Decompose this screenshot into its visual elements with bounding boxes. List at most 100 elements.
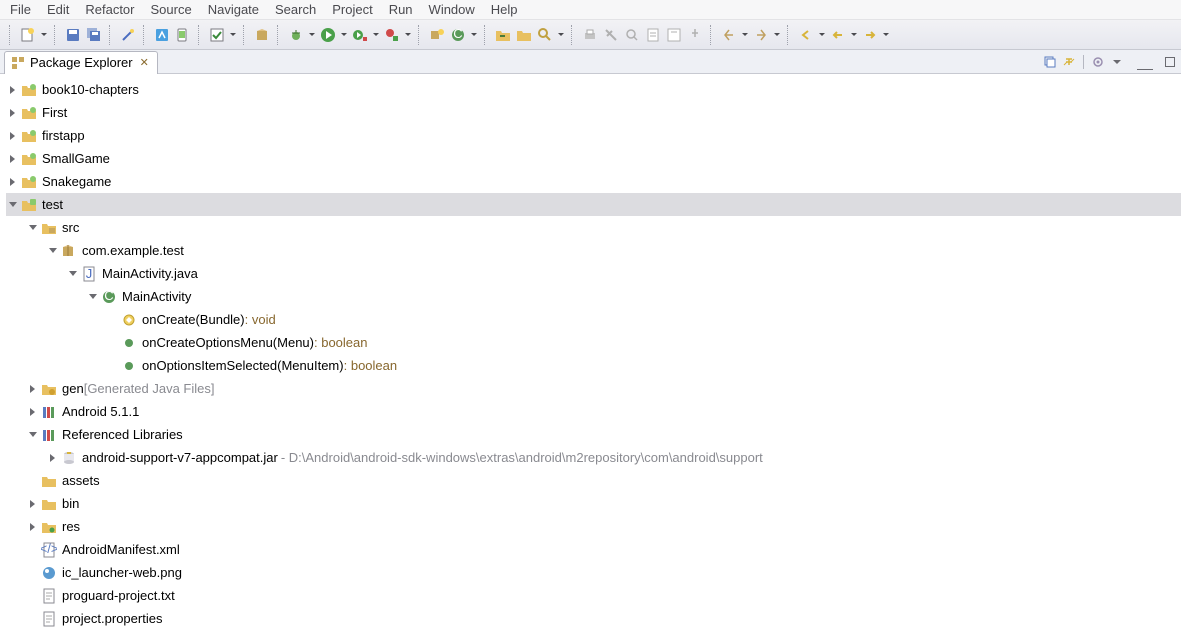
- forward-icon[interactable]: [861, 26, 879, 44]
- avd-icon[interactable]: [174, 26, 192, 44]
- check-icon[interactable]: [208, 26, 226, 44]
- tree-item[interactable]: ic_launcher-web.png: [6, 561, 1181, 584]
- tree-item[interactable]: project.properties: [6, 607, 1181, 630]
- annotation-icon[interactable]: [602, 26, 620, 44]
- tree-item[interactable]: Android 5.1.1: [6, 400, 1181, 423]
- print-icon[interactable]: [581, 26, 599, 44]
- save-icon[interactable]: [64, 26, 82, 44]
- dropdown-icon[interactable]: [741, 26, 749, 44]
- view-menu-icon[interactable]: [1109, 54, 1125, 70]
- chevron-down-icon[interactable]: [6, 198, 20, 212]
- chevron-right-icon[interactable]: [26, 382, 40, 396]
- open-task-icon[interactable]: [515, 26, 533, 44]
- menu-item[interactable]: Project: [332, 2, 372, 17]
- dropdown-icon[interactable]: [340, 26, 348, 44]
- tree-item[interactable]: assets: [6, 469, 1181, 492]
- chevron-down-icon[interactable]: [66, 267, 80, 281]
- menu-item[interactable]: File: [10, 2, 31, 17]
- search-icon[interactable]: [536, 26, 554, 44]
- chevron-down-icon[interactable]: [46, 244, 60, 258]
- menu-item[interactable]: Search: [275, 2, 316, 17]
- tree-item[interactable]: src: [6, 216, 1181, 239]
- dropdown-icon[interactable]: [404, 26, 412, 44]
- back-history-icon[interactable]: [829, 26, 847, 44]
- external-tools-icon[interactable]: [383, 26, 401, 44]
- tree-item[interactable]: proguard-project.txt: [6, 584, 1181, 607]
- prev-annotation-icon[interactable]: [720, 26, 738, 44]
- package-explorer-tree[interactable]: book10-chaptersFirstfirstappSmallGameSna…: [0, 74, 1181, 641]
- task-icon[interactable]: [644, 26, 662, 44]
- next-annotation-icon[interactable]: [752, 26, 770, 44]
- tab-package-explorer[interactable]: Package Explorer ✕: [4, 51, 158, 74]
- chevron-down-icon[interactable]: [26, 221, 40, 235]
- tree-item[interactable]: com.example.test: [6, 239, 1181, 262]
- chevron-right-icon[interactable]: [26, 520, 40, 534]
- pin-icon[interactable]: [686, 26, 704, 44]
- tree-item[interactable]: firstapp: [6, 124, 1181, 147]
- menu-item[interactable]: Run: [389, 2, 413, 17]
- tree-item[interactable]: book10-chapters: [6, 78, 1181, 101]
- tree-item[interactable]: Referenced Libraries: [6, 423, 1181, 446]
- dropdown-icon[interactable]: [40, 26, 48, 44]
- tree-item[interactable]: onOptionsItemSelected(MenuItem) : boolea…: [6, 354, 1181, 377]
- dropdown-icon[interactable]: [308, 26, 316, 44]
- open-type-icon[interactable]: [494, 26, 512, 44]
- back-icon[interactable]: [797, 26, 815, 44]
- tree-item[interactable]: SmallGame: [6, 147, 1181, 170]
- chevron-right-icon[interactable]: [6, 106, 20, 120]
- dropdown-icon[interactable]: [229, 26, 237, 44]
- close-icon[interactable]: ✕: [140, 56, 149, 69]
- tree-item[interactable]: CMainActivity: [6, 285, 1181, 308]
- maximize-icon[interactable]: [1165, 57, 1175, 67]
- run-icon[interactable]: [319, 26, 337, 44]
- dropdown-icon[interactable]: [557, 26, 565, 44]
- minimize-icon[interactable]: [1137, 58, 1153, 70]
- chevron-right-icon[interactable]: [46, 451, 60, 465]
- tree-item[interactable]: First: [6, 101, 1181, 124]
- junit-icon[interactable]: [665, 26, 683, 44]
- dropdown-icon[interactable]: [470, 26, 478, 44]
- dropdown-icon[interactable]: [850, 26, 858, 44]
- find-icon[interactable]: [623, 26, 641, 44]
- save-all-icon[interactable]: [85, 26, 103, 44]
- tree-item[interactable]: test: [6, 193, 1181, 216]
- new-class-icon[interactable]: C: [449, 26, 467, 44]
- menu-item[interactable]: Window: [429, 2, 475, 17]
- dropdown-icon[interactable]: [773, 26, 781, 44]
- chevron-right-icon[interactable]: [6, 83, 20, 97]
- dropdown-icon[interactable]: [818, 26, 826, 44]
- debug-icon[interactable]: [287, 26, 305, 44]
- menu-item[interactable]: Edit: [47, 2, 69, 17]
- menu-item[interactable]: Help: [491, 2, 518, 17]
- chevron-right-icon[interactable]: [6, 175, 20, 189]
- tree-item[interactable]: Snakegame: [6, 170, 1181, 193]
- run-last-icon[interactable]: [351, 26, 369, 44]
- tree-item[interactable]: res: [6, 515, 1181, 538]
- menu-item[interactable]: Refactor: [85, 2, 134, 17]
- wand-icon[interactable]: [119, 26, 137, 44]
- tree-item[interactable]: JMainActivity.java: [6, 262, 1181, 285]
- menu-item[interactable]: Source: [151, 2, 192, 17]
- new-icon[interactable]: [19, 26, 37, 44]
- tree-item[interactable]: gen [Generated Java Files]: [6, 377, 1181, 400]
- chevron-down-icon[interactable]: [26, 428, 40, 442]
- tree-item[interactable]: </>AndroidManifest.xml: [6, 538, 1181, 561]
- sdk-icon[interactable]: [153, 26, 171, 44]
- new-package-icon[interactable]: [428, 26, 446, 44]
- package-icon[interactable]: [253, 26, 271, 44]
- chevron-right-icon[interactable]: [26, 497, 40, 511]
- focus-task-icon[interactable]: [1090, 54, 1106, 70]
- chevron-right-icon[interactable]: [6, 152, 20, 166]
- chevron-down-icon[interactable]: [86, 290, 100, 304]
- chevron-right-icon[interactable]: [26, 405, 40, 419]
- collapse-all-icon[interactable]: [1042, 54, 1058, 70]
- dropdown-icon[interactable]: [372, 26, 380, 44]
- tree-item[interactable]: onCreate(Bundle) : void: [6, 308, 1181, 331]
- tree-item[interactable]: onCreateOptionsMenu(Menu) : boolean: [6, 331, 1181, 354]
- tree-item[interactable]: bin: [6, 492, 1181, 515]
- dropdown-icon[interactable]: [882, 26, 890, 44]
- chevron-right-icon[interactable]: [6, 129, 20, 143]
- link-editor-icon[interactable]: [1061, 54, 1077, 70]
- menu-item[interactable]: Navigate: [208, 2, 259, 17]
- tree-item[interactable]: android-support-v7-appcompat.jar - D:\An…: [6, 446, 1181, 469]
